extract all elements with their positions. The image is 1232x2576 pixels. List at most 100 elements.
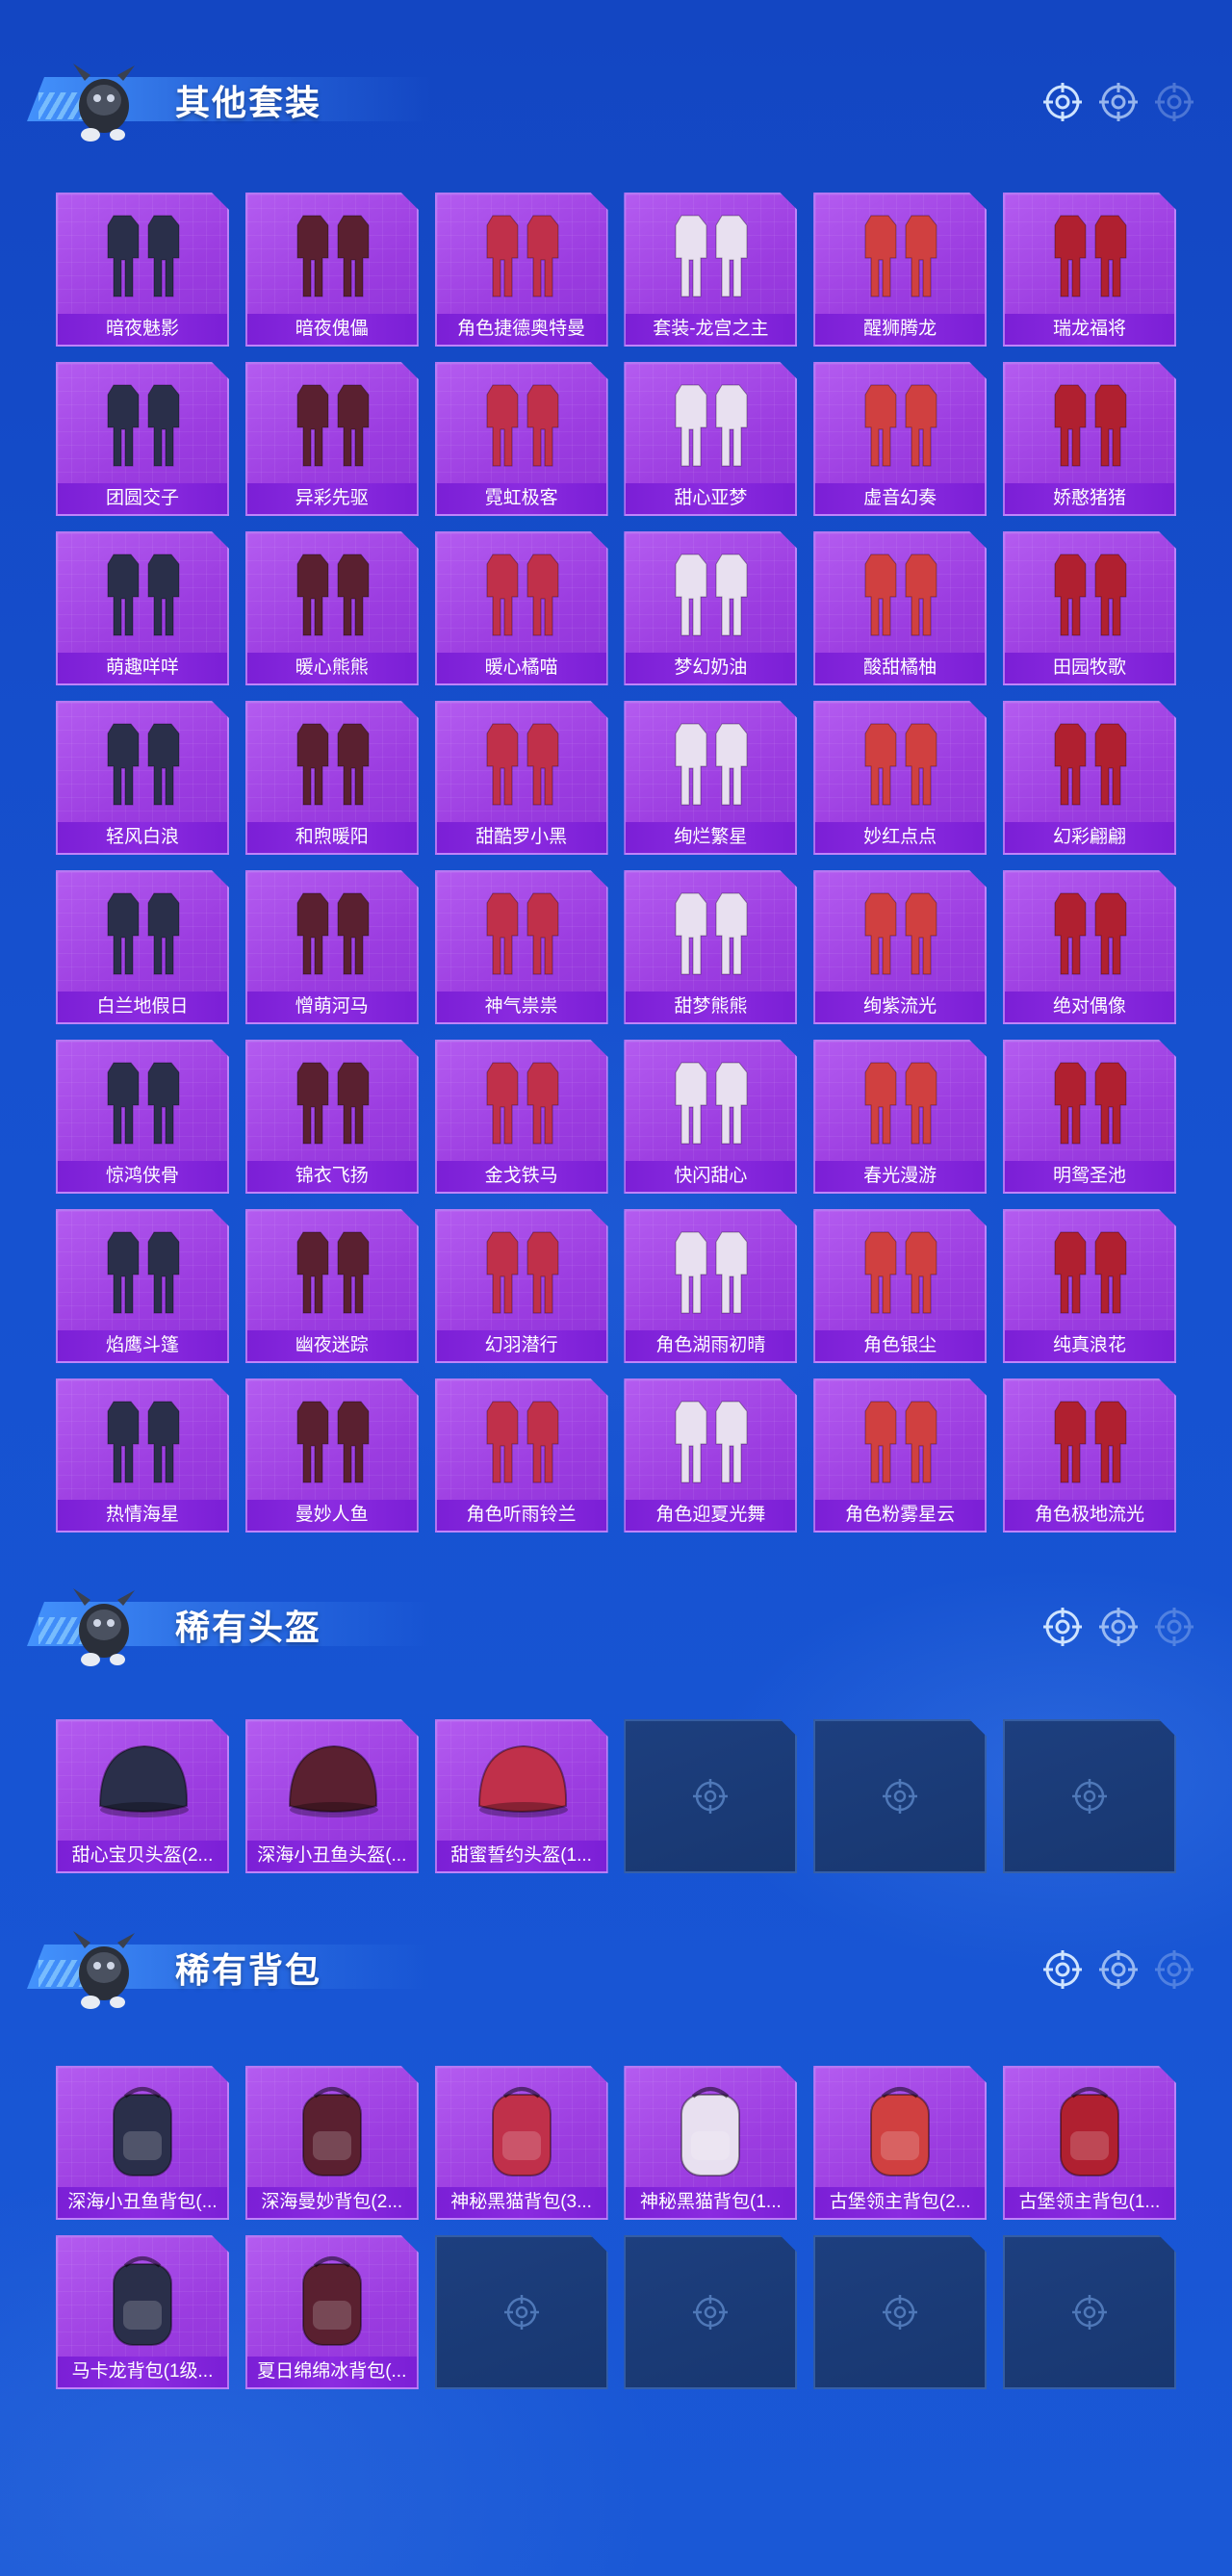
outfit-card[interactable]: 暖心橘喵 [435,531,608,685]
crosshair-icon [879,2291,921,2333]
crosshair-icon [689,1775,732,1817]
outfit-card[interactable]: 焰鹰斗篷 [56,1209,229,1363]
outfit-card[interactable]: 甜心亚梦 [624,362,797,516]
outfit-card[interactable]: 惊鸿侠骨 [56,1040,229,1194]
outfit-card[interactable]: 角色极地流光 [1003,1378,1176,1533]
empty-slot [1003,2235,1176,2389]
outfit-card[interactable]: 轻风白浪 [56,701,229,855]
helmet-card[interactable]: 深海小丑鱼头盔(... [245,1719,419,1873]
outfit-card[interactable]: 异彩先驱 [245,362,419,516]
item-label: 暖心橘喵 [437,653,606,683]
helmet-card[interactable]: 甜心宝贝头盔(2... [56,1719,229,1873]
backpack-image [643,2075,778,2189]
outfit-card[interactable]: 纯真浪花 [1003,1209,1176,1363]
backpack-card[interactable]: 神秘黑猫背包(3... [435,2066,608,2220]
section-header: 其他套装 [0,39,1232,144]
outfit-card[interactable]: 甜梦熊熊 [624,870,797,1024]
outfit-image [454,1219,589,1332]
outfit-image [1022,1049,1157,1163]
item-label: 热情海星 [58,1500,227,1531]
item-label: 瑞龙福将 [1005,314,1174,345]
outfit-image [833,710,967,824]
helmet-image [454,1729,589,1842]
outfit-card[interactable]: 套装-龙宫之主 [624,193,797,347]
outfit-card[interactable]: 金戈铁马 [435,1040,608,1194]
outfit-card[interactable]: 幻羽潜行 [435,1209,608,1363]
outfit-card[interactable]: 暗夜魅影 [56,193,229,347]
backpack-card[interactable]: 深海小丑鱼背包(... [56,2066,229,2220]
item-label: 梦幻奶油 [626,653,795,683]
outfit-card[interactable]: 暗夜傀儡 [245,193,419,347]
backpack-card[interactable]: 神秘黑猫背包(1... [624,2066,797,2220]
outfit-card[interactable]: 瑞龙福将 [1003,193,1176,347]
outfit-card[interactable]: 酸甜橘柚 [813,531,987,685]
item-label: 和煦暖阳 [247,822,417,853]
outfit-card[interactable]: 和煦暖阳 [245,701,419,855]
outfit-card[interactable]: 角色银尘 [813,1209,987,1363]
outfit-card[interactable]: 快闪甜心 [624,1040,797,1194]
item-label: 深海小丑鱼头盔(... [247,1841,417,1871]
backpack-card[interactable]: 马卡龙背包(1级... [56,2235,229,2389]
outfit-card[interactable]: 憎萌河马 [245,870,419,1024]
outfit-card[interactable]: 锦衣飞扬 [245,1040,419,1194]
item-label: 暗夜傀儡 [247,314,417,345]
item-label: 惊鸿侠骨 [58,1161,227,1192]
crosshair-icon [879,1775,921,1817]
backpack-card[interactable]: 古堡领主背包(2... [813,2066,987,2220]
outfit-card[interactable]: 神气祟祟 [435,870,608,1024]
item-label: 古堡领主背包(1... [1005,2187,1174,2218]
item-label: 白兰地假日 [58,992,227,1022]
outfit-card[interactable]: 幽夜迷踪 [245,1209,419,1363]
outfit-card[interactable]: 妙红点点 [813,701,987,855]
outfit-image [833,1049,967,1163]
outfit-card[interactable]: 幻彩翩翩 [1003,701,1176,855]
backpack-card[interactable]: 夏日绵绵冰背包(... [245,2235,419,2389]
outfit-card[interactable]: 热情海星 [56,1378,229,1533]
item-label: 暗夜魅影 [58,314,227,345]
item-label: 异彩先驱 [247,483,417,514]
outfit-card[interactable]: 春光漫游 [813,1040,987,1194]
section-title: 其他套装 [175,83,322,122]
outfit-card[interactable]: 娇憨猪猪 [1003,362,1176,516]
outfit-card[interactable]: 梦幻奶油 [624,531,797,685]
outfit-card[interactable]: 绝对偶像 [1003,870,1176,1024]
outfit-card[interactable]: 霓虹极客 [435,362,608,516]
outfit-card[interactable]: 虚音幻奏 [813,362,987,516]
outfit-image [265,1049,399,1163]
outfit-card[interactable]: 白兰地假日 [56,870,229,1024]
outfit-card[interactable]: 角色粉雾星云 [813,1378,987,1533]
outfit-grid: 暗夜魅影 暗夜傀儡 角色捷德奥特曼 套装-龙宫之主 醒狮腾龙 瑞龙福将团圆交子 异彩先驱 霓虹… [56,193,1176,1533]
outfit-image [75,1219,210,1332]
outfit-card[interactable]: 明鸳圣池 [1003,1040,1176,1194]
crosshair-icon [1099,1608,1138,1646]
outfit-card[interactable]: 角色湖雨初晴 [624,1209,797,1363]
outfit-image [1022,880,1157,993]
backpack-card[interactable]: 深海曼妙背包(2... [245,2066,419,2220]
outfit-card[interactable]: 暖心熊熊 [245,531,419,685]
outfit-card[interactable]: 萌趣咩咩 [56,531,229,685]
outfit-image [75,1388,210,1502]
outfit-card[interactable]: 田园牧歌 [1003,531,1176,685]
empty-slot [813,2235,987,2389]
outfit-card[interactable]: 团圆交子 [56,362,229,516]
helmet-card[interactable]: 甜蜜誓约头盔(1... [435,1719,608,1873]
outfit-card[interactable]: 角色捷德奥特曼 [435,193,608,347]
item-label: 憎萌河马 [247,992,417,1022]
outfit-card[interactable]: 甜酷罗小黑 [435,701,608,855]
item-label: 妙红点点 [815,822,985,853]
crosshair-icon [1155,83,1194,121]
outfit-card[interactable]: 角色听雨铃兰 [435,1378,608,1533]
outfit-card[interactable]: 醒狮腾龙 [813,193,987,347]
backpack-card[interactable]: 古堡领主背包(1... [1003,2066,1176,2220]
item-label: 绚紫流光 [815,992,985,1022]
empty-slot [624,2235,797,2389]
item-label: 角色听雨铃兰 [437,1500,606,1531]
outfit-card[interactable]: 角色迎夏光舞 [624,1378,797,1533]
item-label: 幻羽潜行 [437,1330,606,1361]
outfit-card[interactable]: 绚烂繁星 [624,701,797,855]
outfit-card[interactable]: 曼妙人鱼 [245,1378,419,1533]
item-label: 甜梦熊熊 [626,992,795,1022]
outfit-card[interactable]: 绚紫流光 [813,870,987,1024]
outfit-image [265,1219,399,1332]
item-label: 曼妙人鱼 [247,1500,417,1531]
